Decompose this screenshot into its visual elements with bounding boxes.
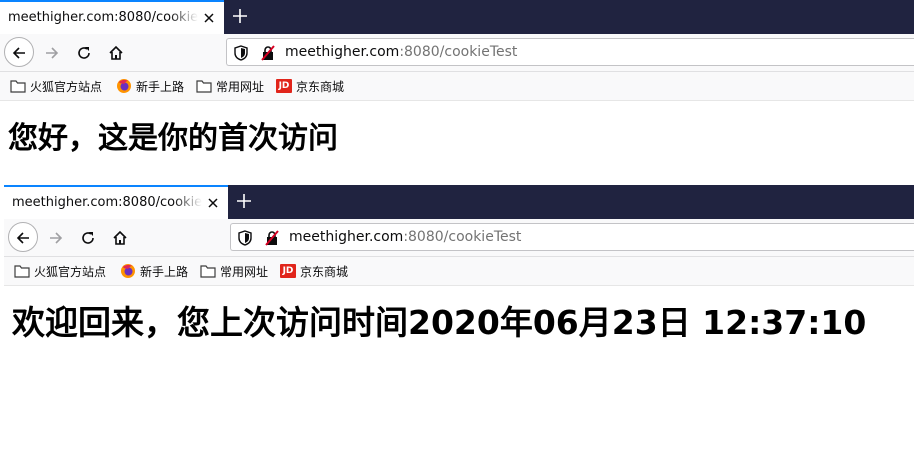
bookmark-jd[interactable]: JD 京东商城 [276, 77, 344, 95]
firefox-icon [121, 264, 135, 278]
folder-icon [14, 265, 30, 278]
home-button[interactable] [106, 223, 134, 251]
navigation-toolbar: meethigher.com:8080/cookieTest [4, 219, 914, 257]
home-button[interactable] [102, 38, 130, 66]
shield-icon[interactable] [238, 230, 252, 246]
close-icon[interactable] [206, 196, 220, 210]
new-tab-icon[interactable] [236, 193, 252, 209]
tab-cookietest[interactable]: meethigher.com:8080/cookieTest [4, 185, 228, 219]
back-button[interactable] [4, 37, 34, 67]
close-icon[interactable] [202, 11, 216, 25]
reload-icon [78, 47, 90, 59]
jd-icon: JD [276, 79, 292, 93]
bookmark-label: 京东商城 [300, 264, 349, 279]
url-text: meethigher.com:8080/cookieTest [285, 44, 517, 60]
folder-icon [10, 80, 26, 93]
url-path: :8080/cookieTest [403, 229, 522, 245]
bookmarks-toolbar: 火狐官方站点 新手上路 常用网址 JD 京东商城 [4, 257, 914, 286]
address-bar[interactable]: meethigher.com:8080/cookieTest [226, 38, 914, 66]
forward-button[interactable] [38, 38, 66, 66]
forward-button[interactable] [42, 223, 70, 251]
bookmark-getting-started[interactable]: 新手上路 [116, 77, 184, 95]
back-button[interactable] [8, 222, 38, 252]
tab-title: meethigher.com:8080/cookieTest [8, 10, 198, 25]
bookmark-label: 新手上路 [140, 264, 189, 279]
navigation-toolbar: meethigher.com:8080/cookieTest [0, 34, 914, 72]
bookmark-label: 火狐官方站点 [34, 264, 107, 279]
bookmark-firefox-official[interactable]: 火狐官方站点 [10, 77, 102, 95]
tab-title: meethigher.com:8080/cookieTest [12, 195, 202, 210]
tab-cookietest[interactable]: meethigher.com:8080/cookieTest [0, 0, 224, 34]
url-path: :8080/cookieTest [399, 44, 518, 60]
browser-window-first-visit: meethigher.com:8080/cookieTest meethighe… [0, 0, 914, 156]
folder-icon [200, 265, 216, 278]
home-icon [109, 45, 123, 60]
bookmark-common-sites[interactable]: 常用网址 [200, 262, 268, 280]
page-content: 您好，这是你的首次访问 [0, 101, 914, 156]
bookmark-firefox-official[interactable]: 火狐官方站点 [14, 262, 106, 280]
url-host: meethigher.com [285, 44, 400, 60]
page-heading: 您好，这是你的首次访问 [8, 121, 338, 156]
bookmark-label: 新手上路 [136, 79, 185, 94]
tab-strip: meethigher.com:8080/cookieTest [4, 185, 914, 219]
address-bar[interactable]: meethigher.com:8080/cookieTest [230, 223, 914, 251]
shield-icon[interactable] [234, 45, 248, 61]
firefox-icon [117, 79, 131, 93]
tab-strip: meethigher.com:8080/cookieTest [0, 0, 914, 34]
folder-icon [196, 80, 212, 93]
forward-arrow-icon [50, 232, 63, 244]
insecure-lock-icon[interactable] [260, 45, 276, 61]
reload-button[interactable] [74, 223, 102, 251]
bookmark-label: 常用网址 [216, 79, 265, 94]
bookmark-getting-started[interactable]: 新手上路 [120, 262, 188, 280]
bookmark-label: 常用网址 [220, 264, 269, 279]
home-icon [113, 230, 127, 245]
bookmarks-toolbar: 火狐官方站点 新手上路 常用网址 JD 京东商城 [0, 72, 914, 101]
browser-window-return-visit: meethigher.com:8080/cookieTest meethighe… [4, 185, 914, 366]
forward-arrow-icon [46, 47, 59, 59]
reload-icon [82, 232, 94, 244]
bookmark-common-sites[interactable]: 常用网址 [196, 77, 264, 95]
page-content: 欢迎回来，您上次访问时间2020年06月23日 12:37:10 [4, 286, 914, 366]
back-arrow-icon [12, 47, 25, 59]
back-arrow-icon [16, 232, 29, 244]
insecure-lock-icon[interactable] [264, 230, 280, 246]
url-host: meethigher.com [289, 229, 404, 245]
bookmark-jd[interactable]: JD 京东商城 [280, 262, 348, 280]
new-tab-icon[interactable] [232, 8, 248, 24]
page-heading: 欢迎回来，您上次访问时间2020年06月23日 12:37:10 [12, 303, 867, 342]
reload-button[interactable] [70, 38, 98, 66]
bookmark-label: 京东商城 [296, 79, 345, 94]
bookmark-label: 火狐官方站点 [30, 79, 103, 94]
jd-icon: JD [280, 264, 296, 278]
url-text: meethigher.com:8080/cookieTest [289, 229, 521, 245]
